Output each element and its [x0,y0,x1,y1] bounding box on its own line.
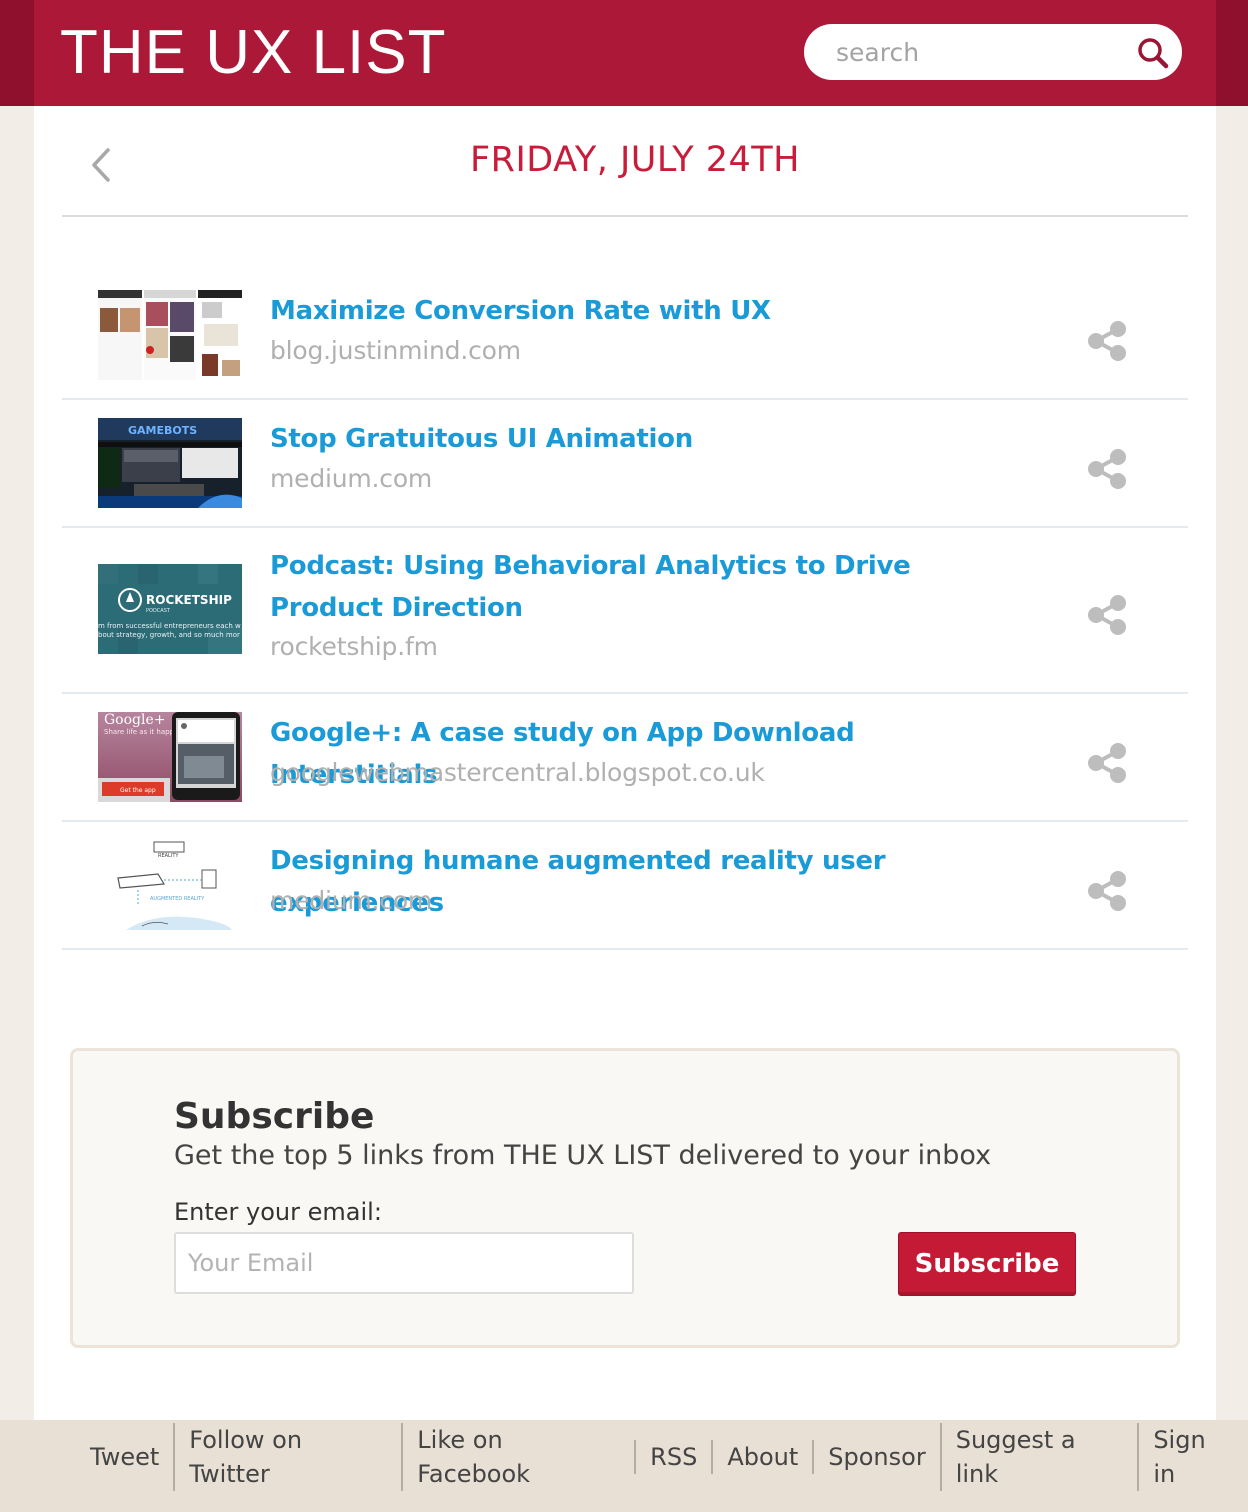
list-item: ROCKETSHIP PODCAST m from successful ent… [62,528,1188,694]
list-item: GAMEBOTS Stop Gratuitous UI Animation me… [62,400,1188,528]
share-icon[interactable] [1086,870,1128,912]
header-edge-left [0,0,34,106]
search-box [804,24,1182,80]
footer-link-suggest[interactable]: Suggest a link [939,1423,1138,1491]
search-icon[interactable] [1136,36,1170,70]
footer-link-rss[interactable]: RSS [634,1440,711,1474]
article-thumbnail[interactable]: ROCKETSHIP PODCAST m from successful ent… [98,564,242,654]
article-source: rocketship.fm [270,632,438,661]
article-link[interactable]: Maximize Conversion Rate with UX [270,290,1030,332]
email-field[interactable] [174,1232,634,1294]
share-icon[interactable] [1086,320,1128,362]
article-thumbnail[interactable] [98,290,242,380]
footer-link-sign-in[interactable]: Sign in [1137,1423,1248,1491]
divider [62,215,1188,217]
page-title: FRIDAY, JULY 24TH [470,140,800,180]
footer-link-follow-twitter[interactable]: Follow on Twitter [173,1423,401,1491]
site-header: THE UX LIST [0,0,1248,106]
article-thumbnail[interactable]: REALITY AUGMENTED REALITY [98,840,242,930]
header-edge-right [1216,0,1248,106]
subscribe-description: Get the top 5 links from THE UX LIST del… [174,1140,992,1171]
svg-text:GAMEBOTS: GAMEBOTS [128,424,197,437]
list-item: REALITY AUGMENTED REALITY Designing huma… [62,822,1188,950]
footer-link-like-facebook[interactable]: Like on Facebook [401,1423,634,1491]
thumb-line-2: bout strategy, growth, and so much mor [98,631,240,639]
email-label: Enter your email: [174,1198,382,1226]
thumb-line-1: m from successful entrepreneurs each w [98,622,241,630]
share-icon[interactable] [1086,742,1128,784]
article-source: medium.com [270,464,433,493]
list-item: Maximize Conversion Rate with UX blog.ju… [62,272,1188,400]
list-item: Google+ Share life as it happens Get the… [62,694,1188,822]
search-input[interactable] [836,34,1126,70]
footer-link-sponsor[interactable]: Sponsor [812,1440,939,1474]
thumb-button-text: Get the app [120,787,156,794]
subscribe-heading: Subscribe [174,1096,375,1137]
footer-nav: Tweet Follow on Twitter Like on Facebook… [76,1423,1248,1491]
article-link[interactable]: Podcast: Using Behavioral Analytics to D… [270,545,1030,629]
article-source: blog.justinmind.com [270,336,521,365]
article-link[interactable]: Stop Gratuitous UI Animation [270,418,1030,460]
footer-link-tweet[interactable]: Tweet [76,1440,173,1474]
share-icon[interactable] [1086,594,1128,636]
article-thumbnail[interactable]: GAMEBOTS [98,418,242,508]
article-thumbnail[interactable]: Google+ Share life as it happens Get the… [98,712,242,802]
thumb-brand-text: Google+ [104,712,166,728]
thumb-bottom-text: AUGMENTED REALITY [150,896,205,902]
article-source: googlewebmastercentral.blogspot.co.uk [270,758,765,787]
thumb-sub-text: PODCAST [146,608,171,614]
subscribe-button[interactable]: Subscribe [898,1232,1076,1296]
site-logo[interactable]: THE UX LIST [60,18,447,88]
thumb-top-text: REALITY [158,853,179,859]
footer-link-about[interactable]: About [711,1440,812,1474]
share-icon[interactable] [1086,448,1128,490]
thumb-brand-text: ROCKETSHIP [146,593,232,607]
article-source: medium.com [270,886,433,915]
